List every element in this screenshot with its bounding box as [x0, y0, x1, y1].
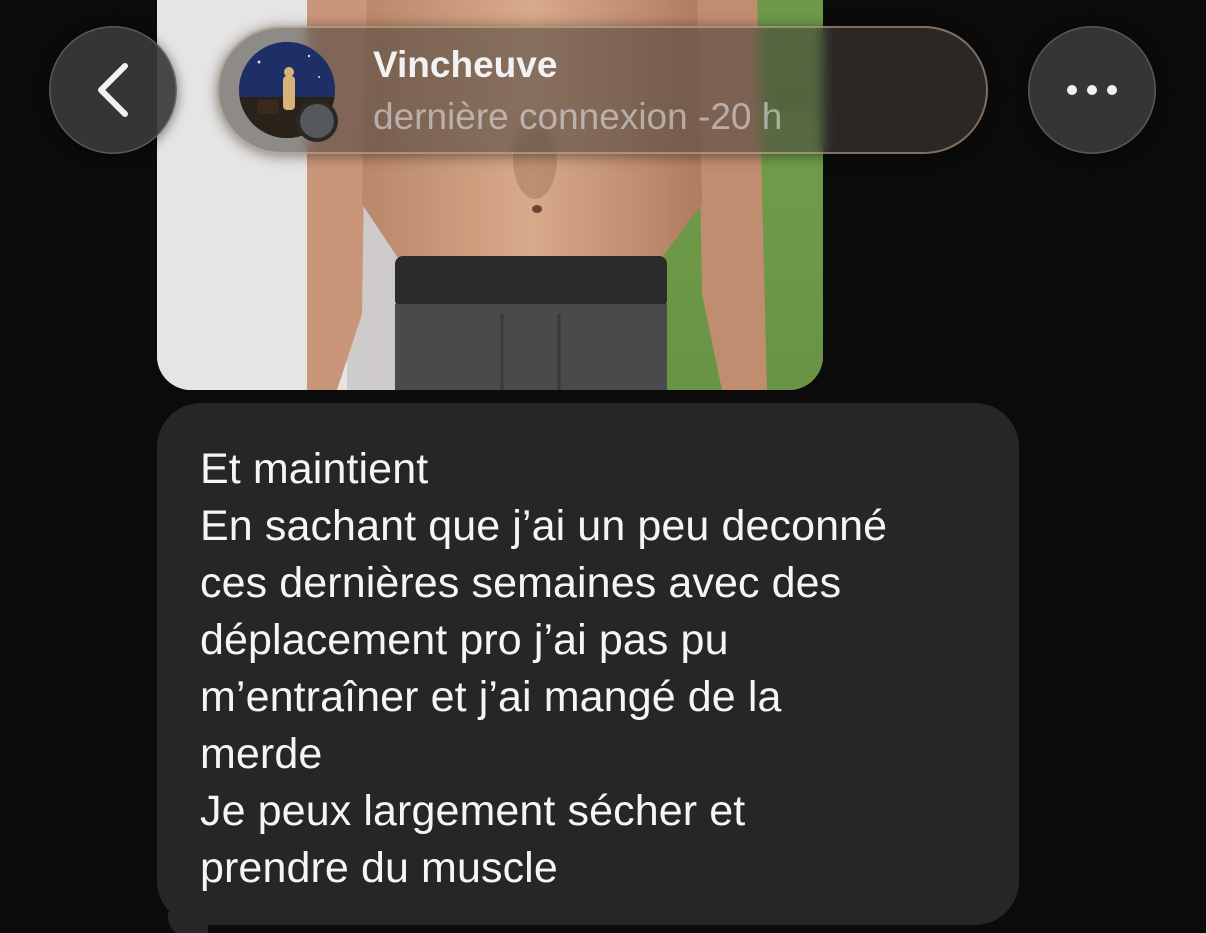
message-line: En sachant que j’ai un peu deconné [200, 502, 888, 550]
status-dot [300, 104, 334, 138]
contact-header[interactable]: Vincheuve dernière connexion -20 h [217, 26, 988, 154]
message-bubble[interactable]: Et maintient En sachant que j’ai un peu … [157, 403, 1019, 925]
chevron-left-icon [98, 63, 128, 117]
message-line: merde [200, 730, 323, 778]
message-line: Je peux largement sécher et [200, 787, 746, 835]
ellipsis-horizontal-icon [1067, 85, 1117, 95]
message-line: m’entraîner et j’ai mangé de la [200, 673, 782, 721]
contact-name: Vincheuve [373, 44, 558, 85]
bubble-tail [168, 912, 208, 933]
message-line: ces dernières semaines avec des [200, 559, 842, 607]
message-line: Et maintient [200, 445, 429, 493]
chat-screen: Et maintient En sachant que j’ai un peu … [0, 0, 1206, 933]
more-options-button[interactable] [1028, 26, 1156, 154]
message-line: déplacement pro j’ai pas pu [200, 616, 729, 664]
message-line: prendre du muscle [200, 844, 558, 892]
back-button[interactable] [49, 26, 177, 154]
last-seen-status: dernière connexion -20 h [373, 96, 783, 137]
